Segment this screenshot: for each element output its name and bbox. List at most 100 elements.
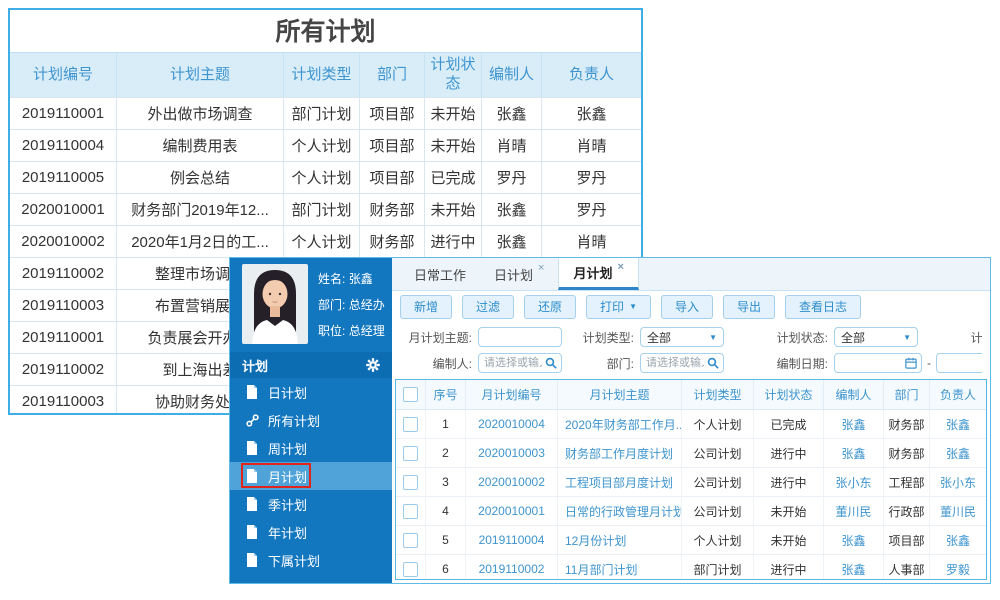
subject-link[interactable]: 11月部门计划	[565, 561, 637, 578]
row-checkbox[interactable]	[403, 561, 418, 577]
cell: 个人计划	[284, 226, 360, 257]
cell: 未开始	[425, 130, 482, 161]
subject-link[interactable]: 12月份计划	[565, 532, 626, 549]
checkbox-cell	[396, 410, 426, 438]
column-header: 负责人	[568, 65, 614, 83]
dept-cell: 财务部	[884, 410, 930, 438]
close-icon[interactable]: ×	[617, 261, 623, 273]
toolbar-button[interactable]: 还原	[524, 295, 577, 319]
table-row: 4 2020010001 日常的行政管理月计划 公司计划 未开始 董川民 行政部 董川民	[396, 497, 986, 526]
cell: 个人计划	[284, 130, 360, 161]
cell: 部门计划	[284, 194, 360, 225]
tab[interactable]: 月计划 ×	[558, 258, 639, 290]
column-header: 部门	[884, 380, 930, 409]
type-cell: 部门计划	[682, 555, 754, 579]
document-icon	[246, 441, 259, 455]
toolbar-button[interactable]: 新增	[400, 295, 453, 319]
plan-no-link[interactable]: 2020010004	[478, 417, 545, 431]
sidebar-menu: 日计划 所有计划 周计划 月计划 季计划 年计划 下属计划	[230, 378, 392, 574]
sidebar-item[interactable]: 日计划	[230, 378, 392, 406]
sidebar-item[interactable]: 月计划	[230, 462, 392, 490]
plan-no-cell: 2020010004	[466, 410, 558, 438]
cell: 张鑫	[576, 106, 607, 123]
sidebar-section-label: 计划	[242, 358, 269, 374]
status-select[interactable]: 全部 ▼	[834, 327, 918, 347]
subject-filter-label: 月计划主题:	[408, 330, 472, 345]
seq-cell: 4	[426, 497, 466, 525]
cell: 财务部门2019年12...	[117, 194, 284, 225]
cell: 罗丹	[482, 162, 542, 193]
toolbar: 新增 过滤 还原 打印 ▼ 导入 导出 查看日志	[392, 291, 990, 323]
plan-no-link[interactable]: 2020010001	[478, 504, 545, 518]
close-icon[interactable]: ×	[538, 262, 544, 274]
row-checkbox[interactable]	[403, 416, 418, 432]
toolbar-button[interactable]: 查看日志	[785, 295, 862, 319]
row-checkbox[interactable]	[403, 503, 418, 519]
sidebar-item[interactable]: 下属计划	[230, 546, 392, 574]
owner-link[interactable]: 董川民	[940, 503, 976, 520]
owner-link[interactable]: 罗毅	[946, 561, 970, 578]
creator-link[interactable]: 张鑫	[841, 416, 865, 433]
owner-link[interactable]: 张鑫	[946, 416, 970, 433]
sidebar-item[interactable]: 年计划	[230, 518, 392, 546]
created-date-field	[834, 353, 922, 373]
row-checkbox[interactable]	[403, 445, 418, 461]
plan-no-link[interactable]: 2020010003	[478, 446, 545, 460]
search-icon[interactable]	[545, 357, 557, 369]
cell: 罗丹	[576, 170, 607, 187]
creator-link[interactable]: 张小东	[835, 474, 871, 491]
type-select[interactable]: 全部 ▼	[640, 327, 724, 347]
annotation-box	[241, 463, 311, 488]
gear-icon[interactable]	[366, 358, 380, 372]
toolbar-button[interactable]: 过滤	[462, 295, 515, 319]
subject-input[interactable]	[478, 327, 562, 347]
creator-link[interactable]: 张鑫	[841, 561, 865, 578]
column-header: 计划类型	[682, 380, 754, 409]
owner-link[interactable]: 张鑫	[946, 532, 970, 549]
cell: 进行中	[425, 226, 482, 257]
plan-no-link[interactable]: 2019110002	[479, 562, 545, 576]
row-checkbox[interactable]	[403, 532, 418, 548]
caret-down-icon: ▼	[709, 332, 717, 342]
status-select-value: 全部	[841, 330, 866, 345]
monthly-plan-window: 姓名: 张鑫 部门: 总经办 职位: 总经理 计划 日计划 所有计划 周计划 月…	[229, 257, 991, 584]
owner-link[interactable]: 张小东	[940, 474, 976, 491]
subject-link[interactable]: 财务部工作月度计划	[565, 445, 673, 462]
owner-link[interactable]: 张鑫	[946, 445, 970, 462]
creator-link[interactable]: 张鑫	[841, 445, 865, 462]
seq-cell: 6	[426, 555, 466, 579]
toolbar-button[interactable]: 打印 ▼	[586, 295, 651, 319]
column-header: 序号	[426, 380, 466, 409]
sidebar-item[interactable]: 所有计划	[230, 406, 392, 434]
sidebar-item[interactable]: 季计划	[230, 490, 392, 518]
tab[interactable]: 日计划 ×	[480, 258, 558, 290]
type-cell: 个人计划	[682, 410, 754, 438]
row-checkbox[interactable]	[403, 474, 418, 490]
seq-cell: 5	[426, 526, 466, 554]
creator-filter-label: 编制人:	[432, 356, 472, 371]
dept-search-field	[640, 353, 724, 373]
profile-info: 姓名: 张鑫 部门: 总经办 职位: 总经理	[318, 264, 385, 348]
select-all-checkbox[interactable]	[403, 387, 418, 402]
owner-cell: 罗毅	[930, 555, 986, 579]
creator-link[interactable]: 董川民	[835, 503, 871, 520]
plan-no-link[interactable]: 2020010002	[478, 475, 545, 489]
creator-cell: 张小东	[824, 468, 884, 496]
calendar-icon[interactable]	[905, 357, 917, 369]
table-header-row: 序号 月计划编号 月计划主题 计划类型 计划状态 编制人 部门 负责人	[396, 380, 986, 410]
plan-no-link[interactable]: 2019110004	[479, 533, 545, 547]
created-date-end-input[interactable]	[936, 353, 982, 373]
sidebar-item[interactable]: 周计划	[230, 434, 392, 462]
subject-link[interactable]: 工程项目部月度计划	[565, 474, 673, 491]
search-icon[interactable]	[707, 357, 719, 369]
tab[interactable]: 日常工作	[400, 258, 480, 290]
creator-link[interactable]: 张鑫	[841, 532, 865, 549]
created-date-filter-label: 编制日期:	[776, 356, 828, 371]
profile-department: 部门: 总经办	[318, 298, 385, 312]
subject-link[interactable]: 2020年财务部工作月...	[565, 416, 681, 433]
subject-link[interactable]: 日常的行政管理月计划	[565, 503, 681, 520]
checkbox-cell	[396, 555, 426, 579]
toolbar-button[interactable]: 导入	[660, 295, 713, 319]
type-filter-label: 计划类型:	[582, 330, 634, 345]
toolbar-button[interactable]: 导出	[723, 295, 776, 319]
